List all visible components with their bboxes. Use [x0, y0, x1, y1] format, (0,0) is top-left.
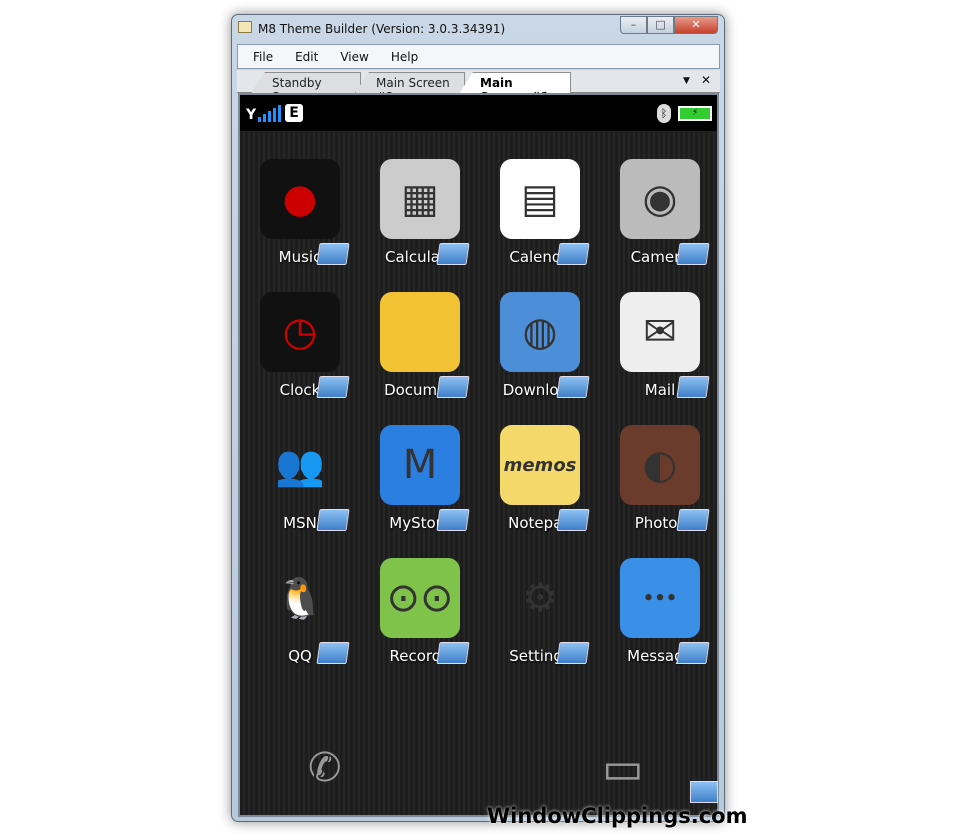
maximize-button[interactable]: □ — [647, 16, 674, 34]
app-envelope[interactable]: ✉ Mail — [600, 292, 720, 422]
signal-icon: Y — [246, 104, 282, 122]
menu-edit[interactable]: Edit — [295, 50, 318, 64]
menu-help[interactable]: Help — [391, 50, 418, 64]
folder-downloads-icon: ◍ — [500, 292, 580, 372]
status-bar: Y E ᛒ ⚡ — [240, 95, 717, 131]
tab-close-icon[interactable]: ✕ — [701, 73, 711, 87]
calculator-icon: ▦ — [380, 159, 460, 239]
calendar-icon: ▤ — [500, 159, 580, 239]
folder-icon[interactable] — [556, 243, 590, 265]
folder-icon[interactable] — [436, 642, 470, 664]
app-folder-documents[interactable]: Documen — [360, 292, 480, 422]
phone-dock-icon[interactable]: ✆ — [308, 745, 342, 791]
cassette-icon: ⊙⊙ — [380, 558, 460, 638]
app-memos-note[interactable]: memos Notepap — [480, 425, 600, 555]
folder-icon[interactable] — [676, 243, 710, 265]
app-folder-downloads[interactable]: ◍ Download — [480, 292, 600, 422]
tab-dropdown-icon[interactable]: ▼ — [683, 76, 690, 86]
folder-icon[interactable] — [316, 509, 350, 531]
app-camera-lens[interactable]: ◉ Camera — [600, 159, 720, 289]
gear-icon: ⚙ — [522, 575, 558, 621]
title-bar[interactable]: M8 Theme Builder (Version: 3.0.3.34391) … — [232, 15, 724, 43]
app-chat-bubble[interactable]: ••• Message — [600, 558, 720, 688]
folder-icon[interactable] — [556, 642, 590, 664]
chat-bubble-icon: ••• — [620, 558, 700, 638]
folder-icon[interactable] — [316, 376, 350, 398]
camera-lens-icon: ◉ — [620, 159, 700, 239]
envelope-icon: ✉ — [620, 292, 700, 372]
vinyl-record-icon: ● — [260, 159, 340, 239]
app-gear[interactable]: ⚙ Settings — [480, 558, 600, 688]
close-button[interactable]: ✕ — [674, 16, 718, 34]
folder-icon[interactable] — [436, 509, 470, 531]
photos-icon: ◐ — [620, 425, 700, 505]
folder-icon[interactable] — [676, 642, 710, 664]
folder-icon[interactable] — [436, 243, 470, 265]
chat-dock-icon[interactable]: ▭ — [602, 743, 644, 794]
bluetooth-icon: ᛒ — [657, 104, 671, 123]
folder-icon[interactable] — [676, 376, 710, 398]
folder-icon[interactable] — [316, 243, 350, 265]
app-vinyl-record[interactable]: ● Music — [240, 159, 360, 289]
mystore-box-icon: M — [380, 425, 460, 505]
edge-network-icon: E — [285, 104, 303, 122]
app-qq-penguin[interactable]: 🐧 QQ — [240, 558, 360, 688]
minimize-button[interactable]: – — [620, 16, 647, 34]
tab-main-screen-1[interactable]: Main Screen #1 — [459, 72, 571, 94]
app-cassette[interactable]: ⊙⊙ Recorde — [360, 558, 480, 688]
app-window: M8 Theme Builder (Version: 3.0.3.34391) … — [231, 14, 725, 822]
app-msn-people[interactable]: 👥 MSN — [240, 425, 360, 555]
clock-icon: ◷ — [260, 292, 340, 372]
menu-file[interactable]: File — [253, 50, 273, 64]
tab-standby-screen[interactable]: Standby Screen — [251, 72, 361, 93]
menu-view[interactable]: View — [340, 50, 368, 64]
msn-people-icon: 👥 — [275, 442, 325, 489]
app-mystore-box[interactable]: M MyStore — [360, 425, 480, 555]
memos-note-icon: memos — [500, 425, 580, 505]
battery-icon: ⚡ — [678, 106, 712, 121]
folder-icon[interactable] — [436, 376, 470, 398]
app-clock[interactable]: ◷ Clock — [240, 292, 360, 422]
app-calculator[interactable]: ▦ Calculato — [360, 159, 480, 289]
app-icon — [238, 21, 252, 33]
folder-icon[interactable] — [690, 781, 718, 803]
app-photos[interactable]: ◐ Photos — [600, 425, 720, 555]
folder-icon[interactable] — [556, 509, 590, 531]
folder-documents-icon — [380, 292, 460, 372]
menu-bar: File Edit View Help — [237, 44, 720, 69]
folder-icon[interactable] — [676, 509, 710, 531]
folder-icon[interactable] — [316, 642, 350, 664]
watermark: WindowClippings.com — [487, 804, 748, 828]
window-title: M8 Theme Builder (Version: 3.0.3.34391) — [258, 22, 506, 36]
tab-main-screen-2[interactable]: Main Screen #2 — [355, 72, 465, 93]
app-calendar[interactable]: ▤ Calenda — [480, 159, 600, 289]
phone-screen-preview: Y E ᛒ ⚡ ● Music ▦ Calculato ▤ Calenda ◉ Camera ◷… — [238, 93, 719, 817]
qq-penguin-icon: 🐧 — [275, 575, 325, 622]
folder-icon[interactable] — [556, 376, 590, 398]
tab-bar: Standby Screen Main Screen #2 Main Scree… — [237, 70, 720, 94]
